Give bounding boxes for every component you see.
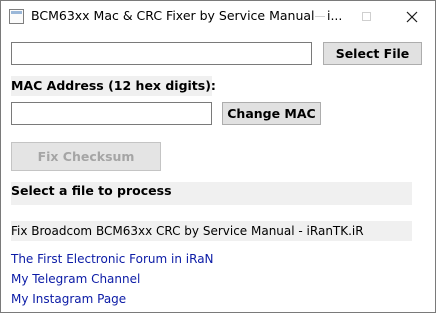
app-window-icon: [9, 9, 24, 24]
forum-link[interactable]: The First Electronic Forum in iRaN: [11, 252, 214, 266]
select-file-button[interactable]: Select File: [323, 42, 422, 65]
title-bar[interactable]: BCM63xx Mac & CRC Fixer by Service Manua…: [1, 1, 435, 32]
change-mac-button[interactable]: Change MAC: [222, 102, 321, 125]
close-button[interactable]: [389, 1, 435, 32]
mac-address-input[interactable]: [11, 102, 212, 125]
maximize-icon: [361, 12, 371, 21]
close-icon: [406, 11, 418, 22]
file-path-input[interactable]: [11, 42, 312, 65]
status-label: Select a file to process: [11, 182, 412, 205]
instagram-link[interactable]: My Instagram Page: [11, 292, 126, 306]
minimize-icon: [315, 16, 325, 17]
app-window: BCM63xx Mac & CRC Fixer by Service Manua…: [0, 0, 436, 313]
maximize-button[interactable]: [343, 1, 389, 32]
minimize-button[interactable]: [297, 1, 343, 32]
fix-checksum-button[interactable]: Fix Checksum: [11, 142, 161, 171]
mac-address-label: MAC Address (12 hex digits):: [11, 76, 216, 96]
window-title: BCM63xx Mac & CRC Fixer by Service Manua…: [31, 8, 343, 23]
client-area: Select File MAC Address (12 hex digits):…: [1, 32, 435, 312]
telegram-link[interactable]: My Telegram Channel: [11, 272, 140, 286]
footer-label: Fix Broadcom BCM63xx CRC by Service Manu…: [11, 221, 412, 241]
